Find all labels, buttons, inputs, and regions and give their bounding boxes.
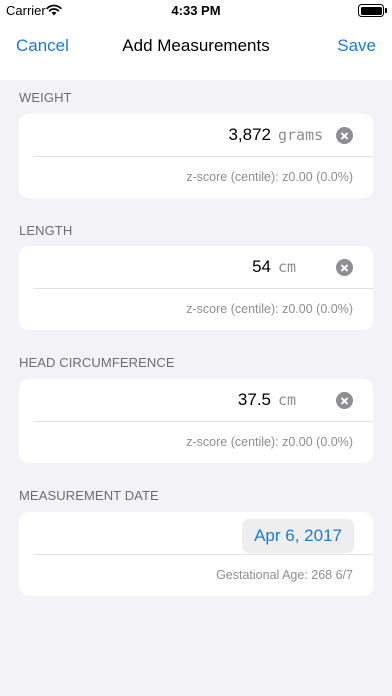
measurement-date-picker[interactable]: Apr 6, 2017	[242, 519, 354, 553]
measurement-date-card: Apr 6, 2017 Gestational Age: 268 6/7	[19, 512, 373, 596]
measurement-date-row: Apr 6, 2017	[19, 512, 373, 554]
weight-clear-icon[interactable]	[336, 127, 353, 144]
head-circumference-card: 37.5 cm z-score (centile): z0.00 (0.0%)	[19, 379, 373, 463]
length-zscore: z-score (centile): z0.00 (0.0%)	[186, 302, 353, 316]
weight-section-label: WEIGHT	[19, 90, 72, 105]
status-time: 4:33 PM	[171, 3, 221, 18]
head-circumference-value[interactable]: 37.5	[238, 390, 271, 410]
cancel-button[interactable]: Cancel	[16, 36, 69, 56]
divider	[34, 156, 373, 157]
weight-unit: grams	[278, 126, 324, 144]
weight-card: 3,872 grams z-score (centile): z0.00 (0.…	[19, 114, 373, 198]
weight-input-row[interactable]: 3,872 grams	[19, 114, 373, 156]
length-clear-icon[interactable]	[336, 259, 353, 276]
head-circumference-input-row[interactable]: 37.5 cm	[19, 379, 373, 421]
battery-icon	[358, 4, 387, 17]
save-button[interactable]: Save	[337, 36, 376, 56]
divider	[34, 288, 373, 289]
weight-value[interactable]: 3,872	[228, 125, 271, 145]
length-section-label: LENGTH	[19, 223, 73, 238]
length-input-row[interactable]: 54 cm	[19, 246, 373, 288]
gestational-age: Gestational Age: 268 6/7	[216, 568, 353, 582]
navigation-bar: Cancel Add Measurements Save	[0, 22, 392, 80]
status-bar: Carrier 4:33 PM	[0, 0, 392, 22]
head-circumference-unit: cm	[278, 391, 297, 409]
length-value[interactable]: 54	[252, 257, 271, 277]
weight-zscore: z-score (centile): z0.00 (0.0%)	[186, 170, 353, 184]
head-circumference-clear-icon[interactable]	[336, 392, 353, 409]
divider	[34, 554, 373, 555]
head-circumference-section-label: HEAD CIRCUMFERENCE	[19, 355, 175, 370]
length-unit: cm	[278, 258, 297, 276]
length-card: 54 cm z-score (centile): z0.00 (0.0%)	[19, 246, 373, 330]
divider	[34, 421, 373, 422]
measurement-date-section-label: MEASUREMENT DATE	[19, 488, 159, 503]
head-circumference-zscore: z-score (centile): z0.00 (0.0%)	[186, 435, 353, 449]
